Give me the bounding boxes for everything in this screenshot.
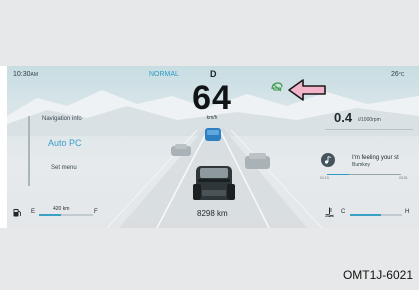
clock: 10:30AM [13, 71, 38, 78]
menu-item-set-menu[interactable]: Set menu [51, 165, 77, 171]
fuel-pump-icon [13, 209, 21, 217]
outside-temperature: 26°C [391, 71, 404, 78]
top-margin [0, 0, 419, 66]
menu-item-auto-pc[interactable]: Auto PC [48, 138, 82, 148]
speed-unit: km/h [206, 115, 218, 121]
adjacent-vehicle-right-icon [245, 153, 270, 169]
pointer-arrow [288, 79, 326, 101]
coolant-hot-label: H [405, 209, 410, 215]
media-time-elapsed: 01:13 [320, 176, 329, 180]
coolant-temperature-icon [325, 207, 334, 217]
figure-code: OMT1J-6021 [342, 268, 413, 282]
coolant-gauge-fill [350, 214, 382, 216]
media-title: I'm feeling your st [352, 155, 399, 161]
media-time-total: 03:51 [399, 176, 408, 180]
speed-value: 64 [192, 79, 232, 117]
fuel-empty-label: E [31, 209, 36, 215]
media-progress-bar [327, 174, 401, 175]
instrument-cluster: 10:30AM NORMAL D 26°C 64 km/h Navigation… [7, 66, 419, 228]
consumption-divider [325, 129, 413, 130]
drive-mode: NORMAL [149, 71, 179, 78]
clock-time: 10:30 [13, 71, 31, 78]
fuel-gauge [39, 214, 93, 216]
eco-car-icon [271, 82, 283, 92]
fuel-full-label: F [94, 209, 98, 215]
odometer: 8298 km [197, 209, 228, 218]
gear-indicator: D [210, 69, 217, 79]
music-note-icon [324, 156, 332, 164]
coolant-cold-label: C [341, 209, 346, 215]
consumption-unit: ℓ/1000rpm [358, 117, 381, 123]
music-icon[interactable] [321, 153, 335, 167]
consumption-value: 0.4 [334, 110, 353, 125]
left-panel-divider [28, 116, 30, 186]
outside-temp-unit: °C [398, 72, 405, 78]
media-progress-fill [327, 174, 350, 175]
adjacent-vehicle-left-icon [171, 144, 191, 156]
outside-temp-value: 26 [391, 71, 399, 78]
lead-vehicle-icon [205, 128, 221, 141]
menu-item-navigation-info[interactable]: Navigation info [42, 116, 82, 122]
media-artist: Bumkey [352, 162, 371, 168]
coolant-gauge [350, 214, 402, 216]
clock-suffix: AM [30, 72, 39, 78]
fuel-range: 420 km [53, 206, 70, 212]
own-vehicle-icon [193, 166, 235, 200]
fuel-gauge-fill [39, 214, 61, 216]
